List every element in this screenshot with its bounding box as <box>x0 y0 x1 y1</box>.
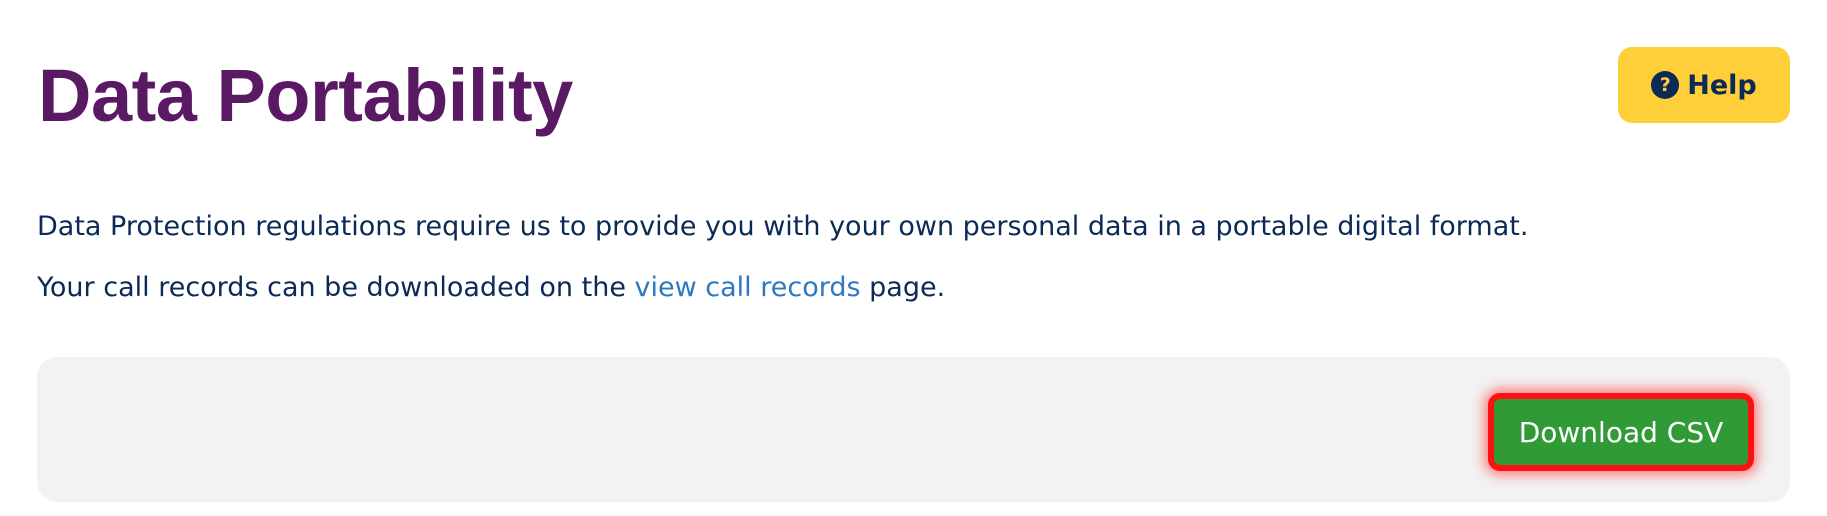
help-button[interactable]: ? Help <box>1618 47 1790 123</box>
call-records-text-after: page. <box>860 272 946 303</box>
download-csv-button[interactable]: Download CSV <box>1488 393 1754 471</box>
data-protection-paragraph: Data Protection regulations require us t… <box>37 211 1529 242</box>
view-call-records-link[interactable]: view call records <box>635 272 861 303</box>
call-records-text-before: Your call records can be downloaded on t… <box>37 272 635 303</box>
question-circle-icon: ? <box>1651 71 1680 99</box>
page-title: Data Portability <box>38 54 573 137</box>
call-records-paragraph: Your call records can be downloaded on t… <box>37 268 945 308</box>
help-button-label: Help <box>1687 69 1757 101</box>
